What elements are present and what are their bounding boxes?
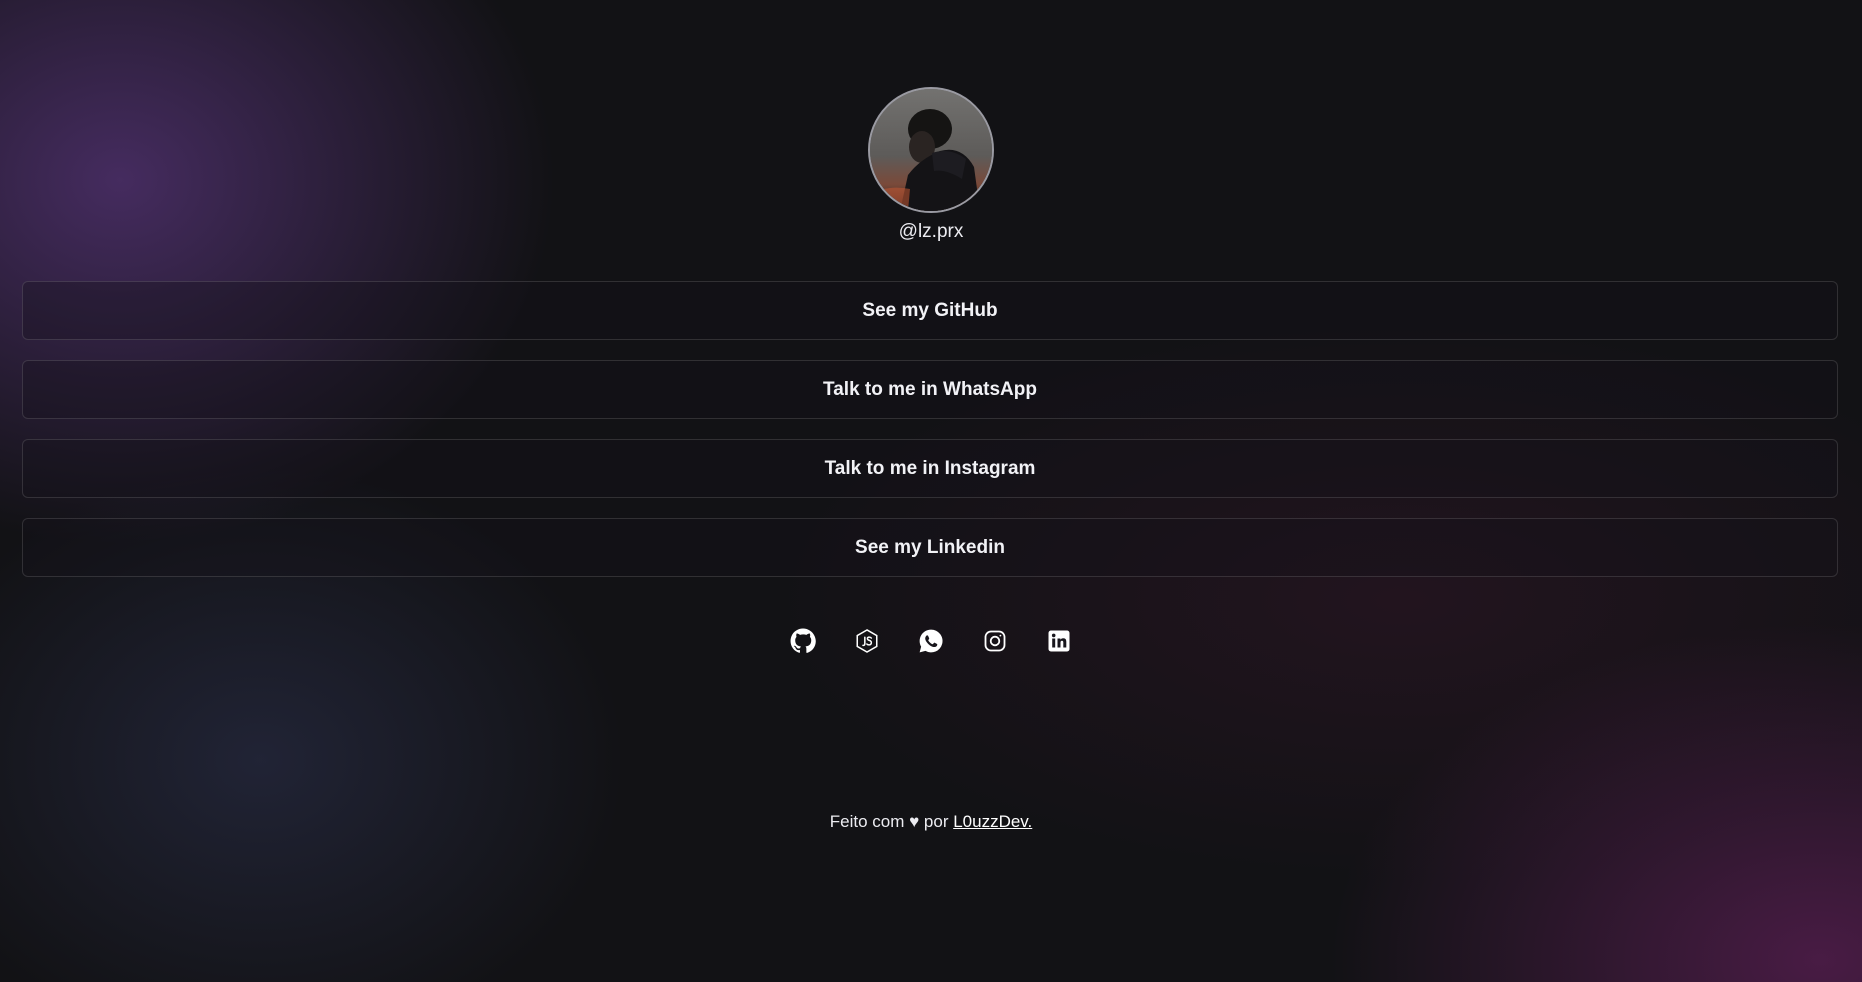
linkedin-icon[interactable]	[1045, 627, 1073, 655]
linkedin-link-button[interactable]: See my Linkedin	[22, 518, 1838, 577]
instagram-link-button[interactable]: Talk to me in Instagram	[22, 439, 1838, 498]
profile-handle: @lz.prx	[898, 221, 964, 242]
whatsapp-link-button[interactable]: Talk to me in WhatsApp	[22, 360, 1838, 419]
avatar	[868, 87, 994, 213]
link-list: See my GitHub Talk to me in WhatsApp Tal…	[22, 281, 1838, 597]
instagram-icon[interactable]	[981, 627, 1009, 655]
nodejs-icon[interactable]	[853, 627, 881, 655]
footer: Feito com ♥ por L0uzzDev.	[0, 812, 1862, 832]
github-icon[interactable]	[789, 627, 817, 655]
author-link[interactable]: L0uzzDev.	[953, 812, 1032, 831]
social-icons	[0, 627, 1862, 655]
footer-text: Feito com ♥ por	[829, 812, 954, 831]
profile-header: @lz.prx	[0, 87, 1862, 243]
github-link-button[interactable]: See my GitHub	[22, 281, 1838, 340]
linktree-page: @lz.prx See my GitHub Talk to me in What…	[0, 0, 1862, 982]
avatar-photo	[870, 89, 992, 211]
whatsapp-icon[interactable]	[917, 627, 945, 655]
